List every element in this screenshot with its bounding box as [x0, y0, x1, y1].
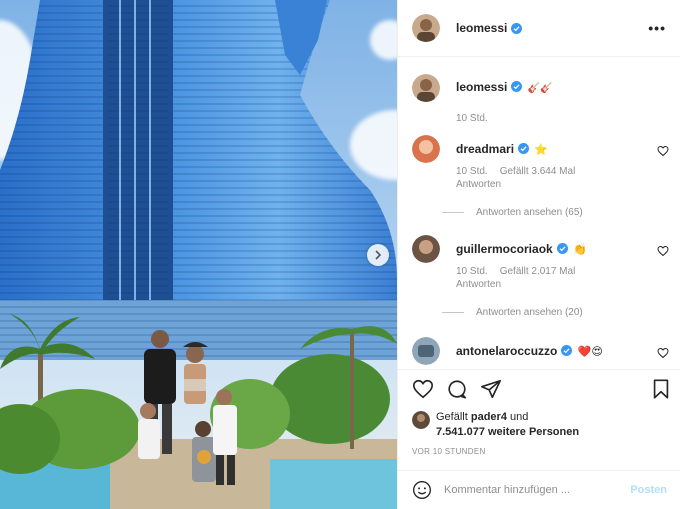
author-username[interactable]: leomessi — [456, 21, 507, 35]
likes-connector: und — [506, 411, 529, 423]
post-comment-button[interactable]: Posten — [630, 484, 667, 496]
liker-username[interactable]: pader4 — [471, 411, 507, 423]
chevron-right-icon — [375, 250, 382, 260]
liker-avatar[interactable] — [412, 411, 430, 429]
view-replies-label: Antworten ansehen (20) — [476, 307, 583, 318]
verified-badge-icon — [511, 81, 523, 92]
share-icon[interactable] — [480, 378, 502, 400]
commenter-avatar[interactable] — [412, 235, 440, 263]
heart-icon[interactable] — [412, 378, 434, 400]
post-photo[interactable] — [0, 0, 397, 509]
commenter-username[interactable]: dreadmari — [456, 142, 514, 156]
post-timestamp[interactable]: VOR 10 STUNDEN — [412, 447, 486, 456]
caption-username[interactable]: leomessi — [456, 80, 507, 94]
commenter-avatar[interactable] — [412, 135, 440, 163]
palm-trees-and-family — [0, 314, 397, 509]
comment: dreadmari ⭐ 10 Std. Gefällt 3.644 Mal Ant… — [412, 135, 669, 191]
caption-text: 🎸🎸 — [527, 83, 553, 94]
verified-badge-icon — [511, 22, 523, 34]
view-replies-label: Antworten ansehen (65) — [476, 207, 583, 218]
verified-badge-icon — [518, 142, 530, 154]
comment-like-count[interactable]: Gefällt 2.017 Mal — [500, 266, 576, 277]
comment-composer: Posten — [398, 470, 680, 509]
more-options-button[interactable]: ••• — [648, 20, 666, 36]
likes-summary: Gefällt pader4 und 7.541.077 weitere Per… — [412, 410, 666, 440]
smiley-icon[interactable] — [412, 480, 432, 500]
comment-text: 👏 — [573, 243, 587, 256]
comment-like-heart-icon[interactable] — [657, 145, 669, 157]
replies-divider — [442, 312, 464, 313]
view-replies-button[interactable]: Antworten ansehen (65) — [442, 207, 583, 218]
comment: antonelaroccuzzo ❤️😍 — [412, 337, 669, 365]
caption: leomessi 🎸🎸 10 Std. — [412, 74, 669, 125]
likes-prefix: Gefällt — [436, 411, 471, 423]
comment-text: ❤️😍 — [577, 345, 603, 358]
comment-like-heart-icon[interactable] — [657, 347, 669, 359]
replies-divider — [442, 212, 464, 213]
comment-text: ⭐ — [534, 143, 549, 156]
post-side-panel: leomessi ••• leomessi 🎸🎸 10 Std. dreadma… — [397, 0, 680, 509]
verified-badge-icon — [556, 242, 568, 254]
likes-count[interactable]: 7.541.077 weitere Personen — [436, 426, 579, 438]
comment-age[interactable]: 10 Std. — [456, 166, 488, 177]
verified-badge-icon — [561, 344, 573, 356]
post-header: leomessi ••• — [398, 0, 680, 57]
comment-age[interactable]: 10 Std. — [456, 266, 488, 277]
comment-like-heart-icon[interactable] — [657, 245, 669, 257]
comments-list: leomessi 🎸🎸 10 Std. dreadmari ⭐ 10 Std. G… — [398, 57, 680, 369]
reply-button[interactable]: Antworten — [456, 179, 501, 190]
comment-input[interactable] — [444, 484, 631, 496]
caption-avatar[interactable] — [412, 74, 440, 102]
comment-icon[interactable] — [446, 378, 468, 400]
commenter-username[interactable]: antonelaroccuzzo — [456, 344, 557, 358]
reply-button[interactable]: Antworten — [456, 279, 501, 290]
comment-like-count[interactable]: Gefällt 3.644 Mal — [500, 166, 576, 177]
view-replies-button[interactable]: Antworten ansehen (20) — [442, 307, 583, 318]
commenter-avatar[interactable] — [412, 337, 440, 365]
post-action-bar — [398, 369, 680, 399]
comment: guillermocoriaok 👏 10 Std. Gefällt 2.017 … — [412, 235, 669, 291]
bookmark-icon[interactable] — [650, 378, 672, 400]
author-avatar[interactable] — [412, 14, 440, 42]
commenter-username[interactable]: guillermocoriaok — [456, 242, 553, 256]
caption-age[interactable]: 10 Std. — [456, 113, 488, 124]
next-photo-button[interactable] — [367, 244, 389, 266]
